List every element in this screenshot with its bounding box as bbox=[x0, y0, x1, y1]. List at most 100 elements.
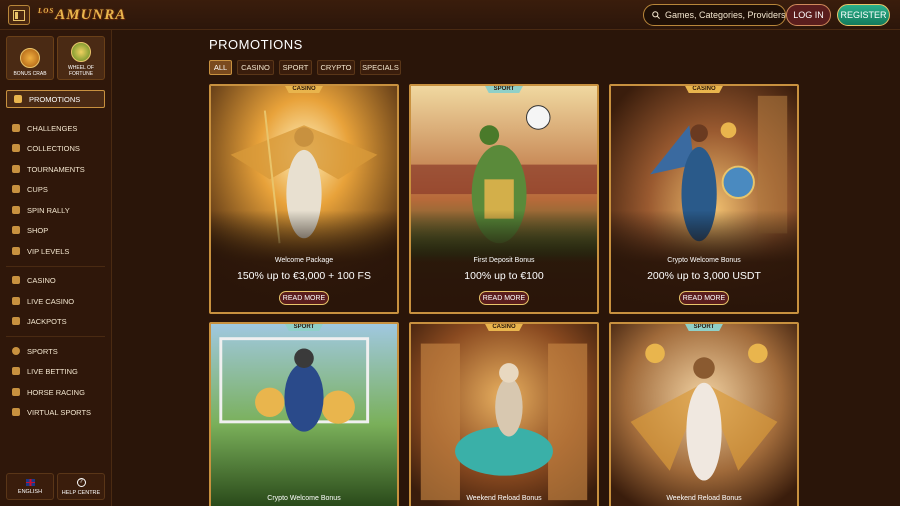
promo-title: 150% up to €3,000 + 100 FS bbox=[237, 270, 371, 282]
page-title: PROMOTIONS bbox=[209, 37, 303, 52]
logo-text: AMUNRA bbox=[55, 6, 127, 23]
promo-card-first-deposit[interactable]: SPORT First Deposit Bonus 100% up to €10… bbox=[409, 84, 599, 314]
tournaments-icon bbox=[12, 165, 20, 173]
login-button[interactable]: LOG IN bbox=[786, 4, 831, 26]
category-badge: SPORT bbox=[684, 324, 724, 331]
read-more-button[interactable]: READ MORE bbox=[479, 291, 529, 305]
help-icon: ? bbox=[76, 477, 86, 487]
live-betting-icon bbox=[12, 367, 20, 375]
bonus-crab-tile[interactable]: BONUS CRAB bbox=[6, 36, 54, 80]
sidebar-item-tournaments[interactable]: TOURNAMENTS bbox=[12, 162, 85, 176]
collections-icon bbox=[12, 144, 20, 152]
sidebar-item-casino[interactable]: CASINO bbox=[12, 273, 56, 287]
search-box[interactable] bbox=[643, 4, 786, 26]
spin-rally-icon bbox=[12, 206, 20, 214]
promo-card-weekend-reload-casino[interactable]: CASINO Weekend Reload Bonus bbox=[409, 322, 599, 506]
promo-subtitle: Welcome Package bbox=[274, 257, 334, 264]
sidebar-item-label: SHOP bbox=[27, 225, 49, 235]
sidebar-item-shop[interactable]: SHOP bbox=[12, 223, 48, 237]
sidebar-item-jackpots[interactable]: JACKPOTS bbox=[12, 314, 67, 328]
read-more-button[interactable]: READ MORE bbox=[279, 291, 329, 305]
virtual-sports-icon bbox=[12, 408, 20, 416]
category-badge: SPORT bbox=[284, 324, 324, 331]
sidebar: BONUS CRAB WHEEL OF FORTUNE PROMOTIONS C… bbox=[0, 30, 112, 506]
wheel-icon bbox=[71, 42, 91, 62]
sidebar-item-label: TOURNAMENTS bbox=[27, 164, 85, 174]
promo-subtitle: Crypto Welcome Bonus bbox=[667, 257, 741, 264]
sidebar-item-label: LIVE BETTING bbox=[27, 366, 78, 376]
register-button[interactable]: REGISTER bbox=[837, 4, 890, 26]
filter-all[interactable]: ALL bbox=[209, 60, 232, 75]
site-logo[interactable]: LOS AMUNRA bbox=[38, 3, 126, 27]
sidebar-toggle-button[interactable] bbox=[8, 5, 30, 25]
crab-icon bbox=[20, 48, 40, 68]
casino-icon bbox=[12, 276, 20, 284]
sidebar-item-label: SPIN RALLY bbox=[27, 205, 70, 215]
search-input[interactable] bbox=[665, 10, 785, 20]
sidebar-item-challenges[interactable]: CHALLENGES bbox=[12, 121, 77, 135]
sidebar-item-label: JACKPOTS bbox=[27, 316, 67, 326]
logo-prefix: LOS bbox=[38, 7, 55, 15]
search-icon bbox=[652, 11, 660, 19]
sidebar-item-label: CUPS bbox=[27, 184, 48, 194]
promo-card-crypto-welcome-sport[interactable]: SPORT Crypto Welcome Bonus bbox=[209, 322, 399, 506]
sidebar-item-horse-racing[interactable]: HORSE RACING bbox=[12, 385, 85, 399]
filter-casino[interactable]: CASINO bbox=[237, 60, 274, 75]
promo-card-crypto-welcome[interactable]: CASINO Crypto Welcome Bonus 200% up to 3… bbox=[609, 84, 799, 314]
sidebar-item-sports[interactable]: SPORTS bbox=[12, 344, 58, 358]
sidebar-item-spin-rally[interactable]: SPIN RALLY bbox=[12, 203, 70, 217]
divider bbox=[6, 266, 105, 267]
sidebar-item-virtual-sports[interactable]: VIRTUAL SPORTS bbox=[12, 405, 91, 419]
sidebar-item-live-betting[interactable]: LIVE BETTING bbox=[12, 364, 78, 378]
filter-sport[interactable]: SPORT bbox=[279, 60, 312, 75]
promo-card-artwork bbox=[611, 324, 797, 506]
live-casino-icon bbox=[12, 297, 20, 305]
sidebar-item-live-casino[interactable]: LIVE CASINO bbox=[12, 294, 74, 308]
trophy-icon bbox=[12, 185, 20, 193]
sidebar-item-vip-levels[interactable]: VIP LEVELS bbox=[12, 244, 69, 258]
promo-title: 100% up to €100 bbox=[464, 270, 544, 282]
promo-subtitle: First Deposit Bonus bbox=[473, 257, 535, 264]
language-label: ENGLISH bbox=[17, 488, 43, 495]
sidebar-item-cups[interactable]: CUPS bbox=[12, 182, 48, 196]
menu-icon bbox=[13, 9, 25, 21]
challenges-icon bbox=[12, 124, 20, 132]
filter-specials[interactable]: SPECIALS bbox=[360, 60, 401, 75]
promo-card-welcome-package[interactable]: CASINO Welcome Package 150% up to €3,000… bbox=[209, 84, 399, 314]
sidebar-item-label: HORSE RACING bbox=[27, 387, 85, 397]
sidebar-item-promotions[interactable]: PROMOTIONS bbox=[6, 90, 105, 108]
sidebar-item-label: CHALLENGES bbox=[27, 123, 78, 133]
sidebar-item-label: COLLECTIONS bbox=[27, 143, 80, 153]
sidebar-item-label: CASINO bbox=[27, 275, 56, 285]
tile-label: WHEEL OF FORTUNE bbox=[68, 65, 94, 77]
promo-subtitle: Crypto Welcome Bonus bbox=[267, 495, 341, 502]
filter-crypto[interactable]: CRYPTO bbox=[317, 60, 355, 75]
promo-subtitle: Weekend Reload Bonus bbox=[466, 495, 542, 502]
sidebar-item-label: VIP LEVELS bbox=[27, 246, 70, 256]
promotions-icon bbox=[14, 95, 22, 103]
sidebar-item-label: LIVE CASINO bbox=[27, 296, 75, 306]
help-centre-button[interactable]: ? HELP CENTRE bbox=[57, 473, 105, 500]
category-badge: CASINO bbox=[684, 86, 724, 93]
tile-label: BONUS CRAB bbox=[13, 71, 47, 77]
language-button[interactable]: ENGLISH bbox=[6, 473, 54, 500]
category-badge: SPORT bbox=[484, 86, 524, 93]
top-header: LOS AMUNRA LOG IN REGISTER bbox=[0, 0, 900, 30]
sidebar-item-collections[interactable]: COLLECTIONS bbox=[12, 141, 80, 155]
category-badge: CASINO bbox=[284, 86, 324, 93]
sidebar-item-label: SPORTS bbox=[27, 346, 58, 356]
sports-icon bbox=[12, 347, 20, 355]
divider bbox=[6, 336, 105, 337]
promo-card-artwork bbox=[211, 324, 397, 506]
promo-subtitle: Weekend Reload Bonus bbox=[666, 495, 742, 502]
read-more-button[interactable]: READ MORE bbox=[679, 291, 729, 305]
promo-card-weekend-reload-sport[interactable]: SPORT Weekend Reload Bonus bbox=[609, 322, 799, 506]
promo-card-artwork bbox=[411, 324, 597, 506]
shop-icon bbox=[12, 226, 20, 234]
diamond-icon bbox=[12, 247, 20, 255]
wheel-of-fortune-tile[interactable]: WHEEL OF FORTUNE bbox=[57, 36, 105, 80]
sidebar-item-label: PROMOTIONS bbox=[29, 94, 81, 104]
jackpots-icon bbox=[12, 317, 20, 325]
horse-icon bbox=[12, 388, 20, 396]
category-badge: CASINO bbox=[484, 324, 524, 331]
